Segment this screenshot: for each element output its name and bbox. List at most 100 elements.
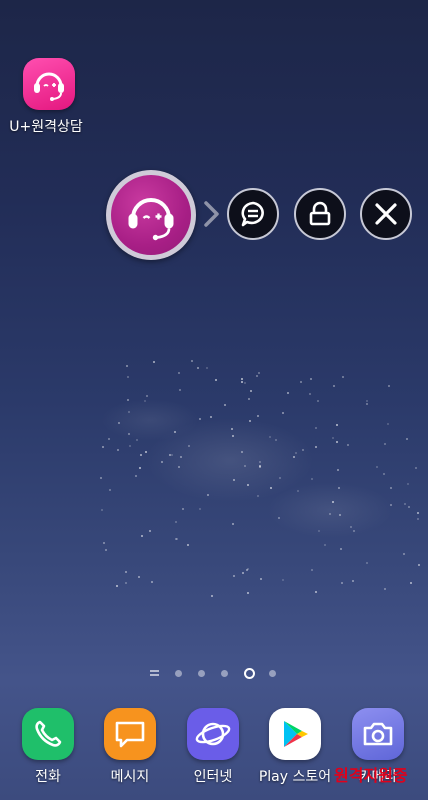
wallpaper-star xyxy=(390,503,393,506)
wallpaper-star xyxy=(232,434,234,437)
wallpaper-star xyxy=(295,452,298,455)
wallpaper-star xyxy=(240,378,243,381)
wallpaper-star xyxy=(146,395,149,398)
wallpaper-star xyxy=(102,541,105,544)
wallpaper-star xyxy=(332,384,335,387)
wallpaper-star xyxy=(198,418,201,421)
wallpaper-star xyxy=(125,570,128,573)
close-icon xyxy=(375,203,397,225)
wallpaper-star xyxy=(337,469,340,472)
wallpaper-star xyxy=(205,366,208,369)
wallpaper-star xyxy=(105,548,108,551)
wallpaper-star xyxy=(126,365,129,368)
wallpaper-star xyxy=(173,431,176,434)
page-dot xyxy=(198,670,205,677)
wallpaper-star xyxy=(384,442,387,445)
wallpaper-star xyxy=(197,367,200,370)
wallpaper-star xyxy=(126,376,129,379)
wallpaper-star xyxy=(279,476,282,479)
wallpaper-star xyxy=(143,399,146,402)
wallpaper-star xyxy=(389,486,392,489)
wallpaper-star xyxy=(339,513,342,516)
wallpaper-star xyxy=(296,489,299,492)
wallpaper-star xyxy=(177,372,180,375)
wallpaper-star xyxy=(405,437,408,440)
wallpaper-star xyxy=(241,381,244,384)
wallpaper-star xyxy=(331,436,334,439)
chat-icon xyxy=(241,201,264,227)
wallpaper-star xyxy=(256,494,259,497)
wallpaper-star xyxy=(109,488,112,491)
dock-label: Play 스토어 xyxy=(258,769,332,785)
wallpaper-star xyxy=(138,575,141,578)
wallpaper-star xyxy=(181,507,184,510)
dock-app-phone[interactable]: 전화 xyxy=(6,708,90,786)
wallpaper-star xyxy=(116,448,119,451)
wallpaper-star xyxy=(139,453,142,456)
wallpaper-star xyxy=(150,580,153,583)
wallpaper-star xyxy=(337,486,340,489)
wallpaper-star xyxy=(258,372,261,375)
wallpaper-star xyxy=(403,502,406,505)
wallpaper-star xyxy=(259,577,262,580)
wallpaper-star xyxy=(376,465,379,468)
wallpaper-star xyxy=(178,389,181,392)
app-remote-consult[interactable]: U+원격상담 xyxy=(9,58,84,136)
wallpaper-star xyxy=(125,582,128,585)
chevron-right-icon[interactable] xyxy=(201,200,223,228)
wallpaper-star xyxy=(246,592,249,595)
dock-app-internet[interactable]: 인터넷 xyxy=(171,708,255,786)
wallpaper-star xyxy=(275,439,278,442)
wallpaper-star xyxy=(224,404,227,407)
wallpaper-star xyxy=(107,437,110,440)
wallpaper-star xyxy=(171,453,174,456)
wallpaper-star xyxy=(365,562,368,565)
phone-icon xyxy=(22,708,74,760)
wallpaper-star xyxy=(210,594,213,597)
wallpaper-star xyxy=(418,563,421,566)
dock-app-messages[interactable]: 메시지 xyxy=(88,708,172,786)
wallpaper-star xyxy=(382,472,385,475)
wallpaper-star xyxy=(100,476,103,479)
wallpaper-star xyxy=(145,450,148,453)
wallpaper-star xyxy=(318,529,321,532)
wallpaper-star xyxy=(258,460,261,463)
wallpaper-star xyxy=(118,421,121,424)
wallpaper-star xyxy=(259,466,262,469)
wallpaper-star xyxy=(244,465,247,468)
wallpaper-star xyxy=(292,456,295,459)
wallpaper-star xyxy=(127,410,130,413)
lock-button[interactable] xyxy=(294,188,346,240)
camera-icon xyxy=(352,708,404,760)
wallpaper-star xyxy=(257,415,260,418)
headset-icon xyxy=(111,175,191,255)
page-indicator xyxy=(0,666,428,680)
close-button[interactable] xyxy=(360,188,412,240)
wallpaper-star xyxy=(174,537,177,540)
wallpaper-star xyxy=(315,445,318,448)
wallpaper-star xyxy=(247,483,250,486)
dock-app-play-store[interactable]: Play 스토어 xyxy=(253,708,337,786)
wallpaper-star xyxy=(231,428,234,431)
wallpaper-star xyxy=(342,376,345,378)
wallpaper-star xyxy=(311,568,314,571)
wallpaper-star xyxy=(256,375,259,378)
wallpaper-star xyxy=(352,529,355,532)
chat-button[interactable] xyxy=(227,188,279,240)
wallpaper-star xyxy=(215,378,217,381)
wallpaper-star xyxy=(416,518,419,521)
wallpaper-star xyxy=(244,381,247,384)
wallpaper-star xyxy=(299,380,302,383)
wallpaper-star xyxy=(242,571,245,574)
wallpaper-star xyxy=(351,579,354,582)
remote-consult-floating-button[interactable] xyxy=(106,170,196,260)
dock-label: 인터넷 xyxy=(193,769,233,785)
wallpaper-star xyxy=(128,433,131,436)
page-dot xyxy=(221,670,228,677)
wallpaper-star xyxy=(388,385,391,388)
wallpaper-star xyxy=(415,466,418,469)
wallpaper-star xyxy=(190,360,193,362)
wallpaper-star xyxy=(175,521,178,524)
wallpaper-star xyxy=(160,460,163,463)
wallpaper-star xyxy=(308,392,311,395)
